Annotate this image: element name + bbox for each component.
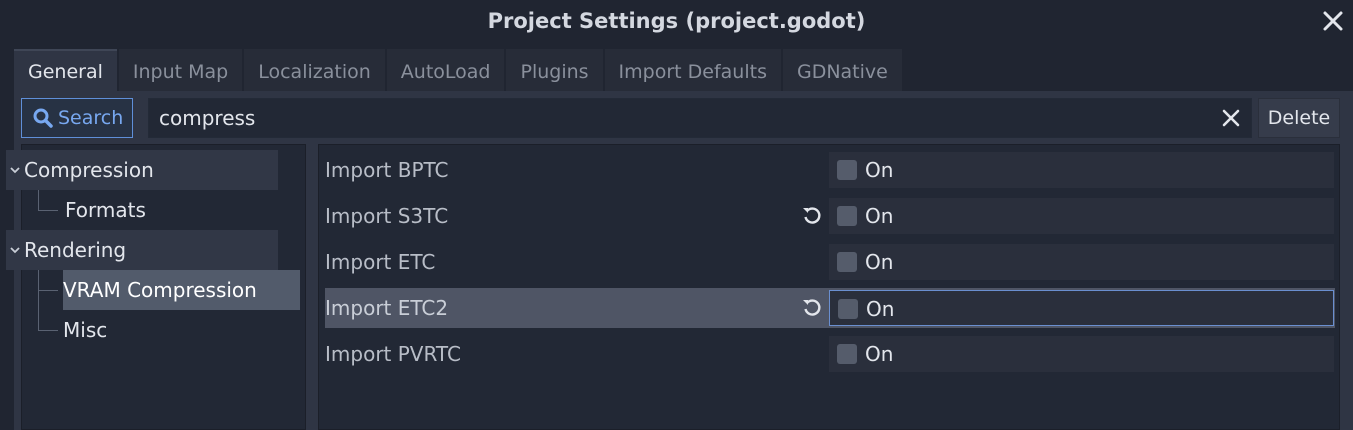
delete-button[interactable]: Delete bbox=[1258, 98, 1340, 138]
tree-guide-line bbox=[38, 210, 58, 211]
property-row-import-etc2: Import ETC2 On bbox=[325, 288, 1335, 328]
tab-autoload[interactable]: AutoLoad bbox=[386, 49, 505, 91]
tree-guide-line bbox=[38, 290, 58, 291]
property-label: Import ETC bbox=[325, 250, 436, 274]
property-label: Import BPTC bbox=[325, 158, 449, 182]
clear-search-icon[interactable] bbox=[1218, 105, 1244, 131]
tab-import-defaults[interactable]: Import Defaults bbox=[604, 49, 781, 91]
property-label: Import PVRTC bbox=[325, 342, 461, 366]
tab-plugins[interactable]: Plugins bbox=[506, 49, 603, 91]
tree-item-misc[interactable]: Misc bbox=[63, 310, 278, 350]
checkbox[interactable] bbox=[838, 299, 858, 319]
revert-icon[interactable] bbox=[801, 205, 823, 227]
property-value[interactable]: On bbox=[829, 152, 1334, 188]
checkbox[interactable] bbox=[837, 252, 857, 272]
property-value[interactable]: On bbox=[829, 244, 1334, 280]
tree-guide-line bbox=[38, 270, 39, 331]
property-label: Import S3TC bbox=[325, 204, 449, 228]
checkbox[interactable] bbox=[837, 344, 857, 364]
checkbox-label: On bbox=[865, 204, 894, 228]
search-icon bbox=[33, 108, 53, 128]
tree-guide-line bbox=[38, 330, 58, 331]
tree-guide-line bbox=[38, 190, 39, 211]
tab-input-map[interactable]: Input Map bbox=[118, 49, 243, 91]
settings-tabs: General Input Map Localization AutoLoad … bbox=[14, 49, 904, 91]
chevron-down-icon bbox=[10, 167, 20, 174]
title-bar: Project Settings (project.godot) bbox=[0, 0, 1353, 46]
tab-general[interactable]: General bbox=[14, 49, 117, 91]
tree-category-label: Rendering bbox=[24, 238, 127, 262]
property-label: Import ETC2 bbox=[325, 296, 449, 320]
tab-localization[interactable]: Localization bbox=[244, 49, 385, 91]
property-row-import-etc: Import ETC On bbox=[325, 242, 1335, 282]
tree-category-label: Compression bbox=[24, 158, 154, 182]
property-value[interactable]: On bbox=[829, 198, 1334, 234]
checkbox-label: On bbox=[865, 250, 894, 274]
tree-category-compression[interactable]: Compression bbox=[6, 150, 278, 190]
property-value[interactable]: On bbox=[829, 290, 1334, 326]
tab-gdnative[interactable]: GDNative bbox=[782, 49, 902, 91]
tree-item-vram-compression[interactable]: VRAM Compression bbox=[63, 270, 300, 310]
search-button-label: Search bbox=[58, 107, 124, 129]
checkbox-label: On bbox=[865, 158, 894, 182]
property-row-import-s3tc: Import S3TC On bbox=[325, 196, 1335, 236]
tree-item-formats[interactable]: Formats bbox=[63, 190, 278, 230]
property-value[interactable]: On bbox=[829, 336, 1334, 372]
checkbox-label: On bbox=[866, 297, 895, 321]
checkbox[interactable] bbox=[837, 206, 857, 226]
search-input[interactable] bbox=[148, 98, 1252, 138]
chevron-down-icon bbox=[10, 247, 20, 254]
property-row-import-bptc: Import BPTC On bbox=[325, 150, 1335, 190]
tree-category-rendering[interactable]: Rendering bbox=[6, 230, 278, 270]
checkbox-label: On bbox=[865, 342, 894, 366]
close-icon[interactable] bbox=[1321, 9, 1345, 33]
checkbox[interactable] bbox=[837, 160, 857, 180]
revert-icon[interactable] bbox=[801, 297, 823, 319]
window-title: Project Settings (project.godot) bbox=[487, 9, 866, 33]
property-row-import-pvrtc: Import PVRTC On bbox=[325, 334, 1335, 374]
search-button[interactable]: Search bbox=[21, 98, 133, 138]
